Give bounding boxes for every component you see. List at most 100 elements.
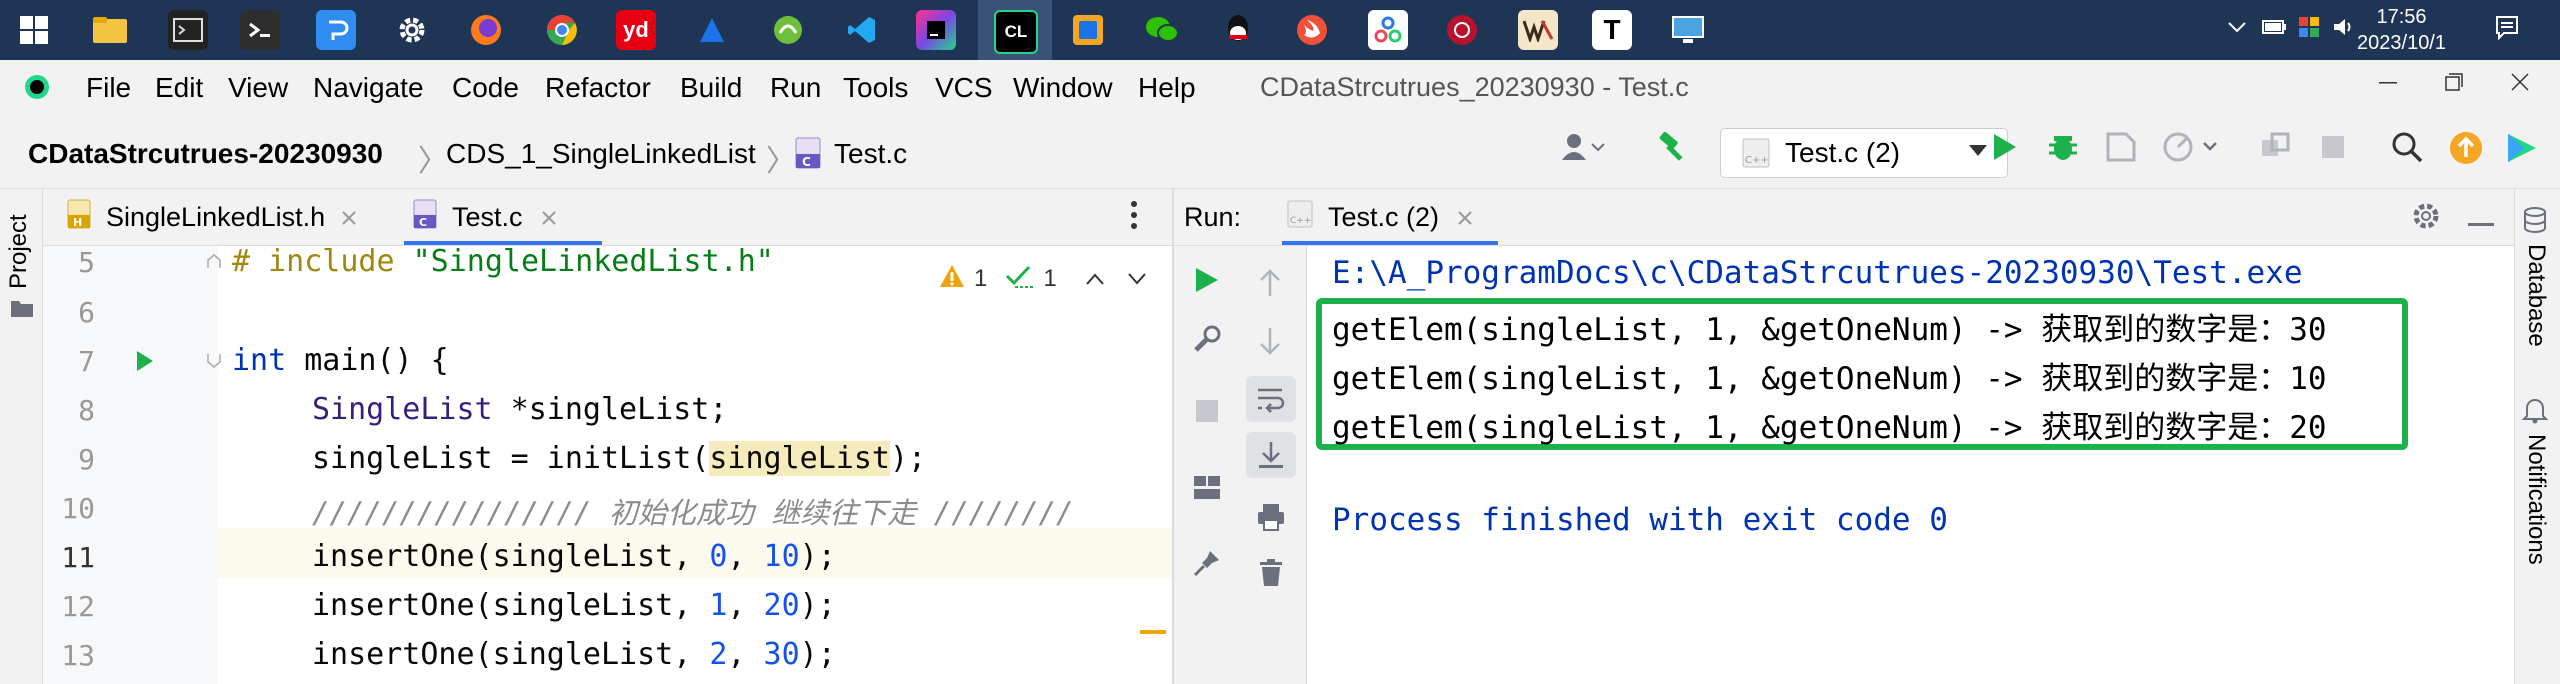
inspection-widget[interactable]: 1 1	[938, 262, 1147, 296]
user-account-icon[interactable]	[1560, 130, 1606, 173]
app-orange-icon[interactable]	[1068, 10, 1108, 50]
chevron-down-icon[interactable]	[1127, 265, 1147, 293]
settings-gear-icon[interactable]	[392, 10, 432, 50]
menu-run[interactable]: Run	[770, 72, 821, 104]
notifications-tool-window-button[interactable]: Notifications	[2516, 434, 2556, 614]
minimize-button[interactable]	[2378, 68, 2398, 99]
menu-help[interactable]: Help	[1138, 72, 1196, 104]
database-tool-window-button[interactable]: Database	[2516, 244, 2556, 362]
clion-icon[interactable]: CL	[994, 10, 1038, 54]
run-tab-test-c[interactable]: C++ Test.c (2)	[1286, 189, 1473, 245]
breadcrumb-folder[interactable]: CDS_1_SingleLinkedList	[446, 138, 756, 170]
trash-icon[interactable]	[1258, 558, 1284, 596]
tray-chevron-icon[interactable]	[2226, 16, 2248, 44]
remote-desktop-icon[interactable]	[1668, 10, 1708, 50]
print-icon[interactable]	[1256, 502, 1286, 540]
fold-marker-icon[interactable]	[206, 254, 222, 275]
breadcrumb-project[interactable]: CDataStrcutrues-20230930	[28, 138, 383, 170]
menu-tools[interactable]: Tools	[843, 72, 908, 104]
menu-code[interactable]: Code	[452, 72, 519, 104]
wrench-icon[interactable]	[1192, 324, 1222, 362]
attach-process-icon[interactable]	[2258, 130, 2292, 173]
firefox-icon[interactable]	[466, 10, 506, 50]
jetbrains-logo-icon[interactable]	[2504, 130, 2540, 175]
qq-icon[interactable]	[1218, 10, 1258, 50]
volume-icon[interactable]	[2332, 16, 2356, 44]
menu-navigate[interactable]: Navigate	[313, 72, 424, 104]
svg-text:C++: C++	[1290, 216, 1311, 226]
close-tab-icon[interactable]	[1457, 202, 1473, 233]
breadcrumb-file[interactable]: Test.c	[834, 138, 907, 170]
wps-icon[interactable]	[1518, 10, 1558, 50]
wechat-icon[interactable]	[1142, 10, 1182, 50]
close-tab-icon[interactable]	[541, 202, 557, 233]
more-options-icon[interactable]	[1130, 200, 1138, 235]
menu-file[interactable]: File	[86, 72, 131, 104]
typora-icon[interactable]: T	[1592, 10, 1632, 50]
code-line-5[interactable]: # include "SingleLinkedList.h"	[232, 244, 774, 279]
soft-wrap-toggle[interactable]	[1246, 376, 1296, 422]
debug-bug-icon[interactable]	[2046, 130, 2080, 173]
windows-start-icon[interactable]	[14, 10, 54, 50]
system-clock[interactable]: 17:56 2023/10/1	[2357, 4, 2446, 56]
youdao-icon[interactable]: yd	[616, 10, 656, 50]
app-green-icon[interactable]	[768, 10, 808, 50]
ide-update-icon[interactable]	[2448, 130, 2484, 175]
hide-panel-icon[interactable]	[2468, 214, 2494, 232]
scroll-down-icon[interactable]	[1256, 326, 1284, 364]
close-window-button[interactable]	[2510, 68, 2530, 99]
settings-gear-icon[interactable]	[2410, 200, 2442, 237]
code-line-13[interactable]: insertOne(singleList, 2, 30);	[312, 637, 836, 672]
battery-icon[interactable]	[2262, 16, 2288, 44]
powershell-icon[interactable]	[240, 10, 280, 50]
input-method-icon[interactable]	[316, 10, 356, 50]
line-number: 13	[61, 639, 95, 672]
menu-refactor[interactable]: Refactor	[545, 72, 651, 104]
menu-build[interactable]: Build	[680, 72, 742, 104]
code-line-12[interactable]: insertOne(singleList, 1, 20);	[312, 588, 836, 623]
tab-test-c[interactable]: C Test.c	[412, 189, 557, 245]
code-line-9[interactable]: singleList = initList(singleList);	[312, 441, 926, 476]
run-config-selector[interactable]: C++ Test.c (2)	[1720, 128, 2008, 178]
scroll-to-end-toggle[interactable]	[1246, 432, 1296, 478]
swift-icon[interactable]	[1292, 10, 1332, 50]
search-icon[interactable]	[2390, 130, 2424, 173]
profiler-icon[interactable]	[2162, 130, 2220, 173]
menu-vcs[interactable]: VCS	[935, 72, 993, 104]
fold-marker-icon[interactable]	[206, 352, 222, 373]
app-network-icon[interactable]	[1368, 10, 1408, 50]
active-run-tab-indicator	[1282, 241, 1498, 245]
maximize-button[interactable]	[2444, 68, 2464, 99]
scrollbar-warning-marker[interactable]	[1140, 630, 1166, 634]
code-line-8[interactable]: SingleList *singleList;	[312, 392, 727, 427]
code-line-7[interactable]: int main() {	[232, 343, 449, 378]
menu-window[interactable]: Window	[1013, 72, 1113, 104]
build-hammer-icon[interactable]	[1656, 130, 1690, 173]
run-gutter-icon[interactable]	[134, 348, 156, 379]
chrome-icon[interactable]	[542, 10, 582, 50]
notification-center-icon[interactable]	[2494, 14, 2520, 46]
scroll-up-icon[interactable]	[1256, 268, 1284, 306]
chevron-up-icon[interactable]	[1085, 265, 1105, 293]
run-play-icon[interactable]	[1990, 130, 2020, 173]
close-tab-icon[interactable]	[341, 202, 357, 233]
jetbrains-toolbox-icon[interactable]	[916, 10, 956, 50]
vscode-icon[interactable]	[842, 10, 882, 50]
tray-app-icon[interactable]	[2298, 16, 2320, 44]
code-line-10[interactable]: //////////////// 初始化成功 继续往下走 ////////	[312, 490, 1172, 532]
menu-view[interactable]: View	[228, 72, 288, 104]
chevron-down-icon	[1967, 143, 1989, 164]
menu-edit[interactable]: Edit	[155, 72, 203, 104]
app-red-icon[interactable]	[1442, 10, 1482, 50]
file-explorer-icon[interactable]	[90, 10, 130, 50]
pin-icon[interactable]	[1192, 548, 1222, 586]
terminal-icon[interactable]	[168, 10, 208, 50]
layout-icon[interactable]	[1192, 474, 1222, 510]
tab-singlelinkedlist-h[interactable]: H SingleLinkedList.h	[66, 189, 357, 245]
stop-icon[interactable]	[2318, 130, 2348, 173]
code-line-11[interactable]: insertOne(singleList, 0, 10);	[312, 539, 836, 574]
coverage-icon[interactable]	[2104, 130, 2138, 173]
stop-icon[interactable]	[1194, 398, 1220, 432]
rerun-icon[interactable]	[1192, 264, 1222, 304]
app-blue-icon[interactable]	[692, 10, 732, 50]
